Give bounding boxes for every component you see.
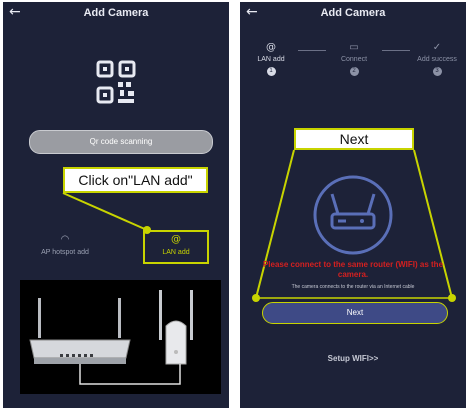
check-icon: ✓ xyxy=(432,42,442,53)
step-label: Connect xyxy=(340,56,368,63)
step-label: LAN add xyxy=(257,56,285,63)
setup-wifi-link[interactable]: Setup WIFI>> xyxy=(240,354,466,363)
page-title: Add Camera xyxy=(320,7,386,19)
qr-code-icon xyxy=(96,60,136,104)
header: ← Add Camera xyxy=(3,2,229,26)
callout-next: Next xyxy=(294,128,414,150)
page-title: Add Camera xyxy=(83,7,149,19)
next-button[interactable]: Next xyxy=(262,302,448,324)
ap-hotspot-add-label: AP hotspot add xyxy=(41,249,89,256)
camera-icon: ▭ xyxy=(349,42,359,53)
cable-note: The camera connects to the router via an… xyxy=(291,284,415,290)
qr-scan-button[interactable]: Qr code scanning xyxy=(29,130,213,154)
wifi-icon: ◠ xyxy=(60,234,70,245)
lan-add-label: LAN add xyxy=(162,249,190,256)
step-connector xyxy=(382,50,410,51)
at-icon: @ xyxy=(171,234,181,245)
router-icon xyxy=(313,175,393,255)
router-camera-photo xyxy=(20,280,221,394)
step-number: 2 xyxy=(349,67,359,76)
header: ← Add Camera xyxy=(240,2,466,26)
step-connect: ▭ Connect 2 xyxy=(329,42,379,76)
right-phone-screen: ← Add Camera @ LAN add 1 ▭ Connect 2 ✓ A… xyxy=(240,2,466,408)
lan-add-option[interactable]: @ LAN add xyxy=(148,234,204,256)
step-label: Add success xyxy=(417,56,457,63)
ap-hotspot-add-option[interactable]: ◠ AP hotspot add xyxy=(33,234,97,256)
callout-click-lan-add: Click on"LAN add" xyxy=(63,167,208,193)
step-number: 3 xyxy=(432,67,442,76)
router-illustration xyxy=(29,290,193,385)
step-add-success: ✓ Add success 3 xyxy=(412,42,462,76)
at-icon: @ xyxy=(266,42,276,53)
router-warning-text: Please connect to the same router (WIFI)… xyxy=(262,260,444,279)
step-connector xyxy=(298,50,326,51)
step-lan-add: @ LAN add 1 xyxy=(246,42,296,76)
step-number: 1 xyxy=(266,67,276,76)
left-phone-screen: ← Add Camera Qr code scanning Click on"L… xyxy=(3,2,229,408)
